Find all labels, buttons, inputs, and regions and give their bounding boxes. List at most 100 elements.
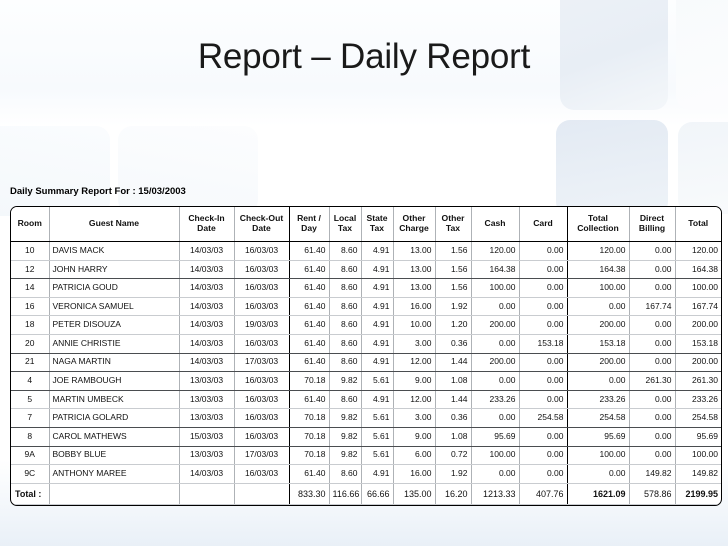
table-row[interactable]: 7 PATRICIA GOLARD 13/03/03 16/03/03 70.18 9.8… [11, 408, 721, 428]
cell-other-tax: 1.92 [435, 464, 472, 484]
cell-guest-name: PETER DISOUZA [49, 315, 180, 335]
cell-total: 100.00 [675, 446, 721, 466]
cell-state-tax: 4.91 [361, 260, 394, 280]
report-table-container: Room Guest Name Check-In Date Check-Out … [10, 206, 722, 506]
cell-cash: 0.00 [471, 297, 520, 317]
totals-row: Total : 833.30 116.66 66.66 135.00 16.20… [11, 482, 721, 505]
cell-cash: 100.00 [471, 278, 520, 298]
cell-other-tax: 1.08 [435, 371, 472, 391]
cell-rent-per-day: 61.40 [289, 297, 330, 317]
cell-other-tax: 0.36 [435, 408, 472, 428]
cell-room: 16 [11, 297, 50, 317]
cell-check-out-date: 16/03/03 [234, 241, 290, 261]
totals-label: Total : [11, 482, 50, 505]
table-row[interactable]: 9A BOBBY BLUE 13/03/03 17/03/03 70.18 9.82 5.6… [11, 446, 721, 466]
report-caption: Daily Summary Report For : 15/03/2003 [10, 186, 186, 197]
cell-check-out-date: 16/03/03 [234, 427, 290, 447]
cell-check-out-date: 16/03/03 [234, 464, 290, 484]
cell-cash: 233.26 [471, 390, 520, 410]
cell-room: 5 [11, 390, 50, 410]
table-row[interactable]: 21 NAGA MARTIN 14/03/03 17/03/03 61.40 8.60 4.… [11, 353, 721, 373]
table-row[interactable]: 10 DAVIS MACK 14/03/03 16/03/03 61.40 8.60 4.9… [11, 241, 721, 261]
table-row[interactable]: 12 JOHN HARRY 14/03/03 16/03/03 61.40 8.60 4.9… [11, 260, 721, 280]
cell-other-tax: 0.72 [435, 446, 472, 466]
cell-direct-billing: 0.00 [629, 278, 676, 298]
table-row[interactable]: 18 PETER DISOUZA 14/03/03 19/03/03 61.40 8.60… [11, 315, 721, 335]
cell-cash: 95.69 [471, 427, 520, 447]
cell-rent-per-day: 61.40 [289, 241, 330, 261]
cell-total: 95.69 [675, 427, 721, 447]
cell-state-tax: 4.91 [361, 297, 394, 317]
cell-check-in-date: 14/03/03 [179, 353, 235, 373]
column-header-total-collection: Total Collection [567, 207, 630, 242]
cell-total: 120.00 [675, 241, 721, 261]
totals-other-charge: 135.00 [393, 482, 436, 505]
cell-local-tax: 9.82 [329, 371, 362, 391]
cell-rent-per-day: 61.40 [289, 334, 330, 354]
cell-room: 7 [11, 408, 50, 428]
cell-local-tax: 8.60 [329, 297, 362, 317]
cell-other-tax: 1.08 [435, 427, 472, 447]
totals-rent: 833.30 [289, 482, 330, 505]
page-title: Report – Daily Report [197, 37, 531, 76]
column-header-other-tax: Other Tax [435, 207, 472, 242]
cell-card: 0.00 [519, 464, 568, 484]
cell-total: 200.00 [675, 353, 721, 373]
cell-state-tax: 5.61 [361, 446, 394, 466]
table-row[interactable]: 8 CAROL MATHEWS 15/03/03 16/03/03 70.18 9.82 5… [11, 427, 721, 447]
table-body: 10 DAVIS MACK 14/03/03 16/03/03 61.40 8.60 4.9… [11, 241, 721, 484]
table-row[interactable]: 4 JOE RAMBOUGH 13/03/03 16/03/03 70.18 9.82 5.… [11, 371, 721, 391]
cell-state-tax: 5.61 [361, 408, 394, 428]
cell-guest-name: NAGA MARTIN [49, 353, 180, 373]
table-row[interactable]: 5 MARTIN UMBECK 13/03/03 16/03/03 61.40 8.60 4… [11, 390, 721, 410]
totals-card: 407.76 [519, 482, 568, 505]
cell-other-tax: 1.56 [435, 278, 472, 298]
cell-rent-per-day: 70.18 [289, 408, 330, 428]
cell-local-tax: 8.60 [329, 241, 362, 261]
cell-cash: 200.00 [471, 315, 520, 335]
totals-direct-billing: 578.86 [629, 482, 676, 505]
cell-rent-per-day: 70.18 [289, 371, 330, 391]
cell-rent-per-day: 70.18 [289, 427, 330, 447]
cell-total: 149.82 [675, 464, 721, 484]
cell-check-out-date: 16/03/03 [234, 408, 290, 428]
table-row[interactable]: 20 ANNIE CHRISTIE 14/03/03 16/03/03 61.40 8.6… [11, 334, 721, 354]
column-header-local-tax: Local Tax [329, 207, 362, 242]
cell-other-charge: 6.00 [393, 446, 436, 466]
cell-card: 153.18 [519, 334, 568, 354]
cell-check-out-date: 16/03/03 [234, 390, 290, 410]
cell-room: 9A [11, 446, 50, 466]
cell-total-collection: 95.69 [567, 427, 630, 447]
cell-cash: 0.00 [471, 371, 520, 391]
cell-total: 153.18 [675, 334, 721, 354]
cell-check-in-date: 15/03/03 [179, 427, 235, 447]
cell-guest-name: ANTHONY MAREE [49, 464, 180, 484]
cell-guest-name: DAVIS MACK [49, 241, 180, 261]
cell-state-tax: 4.91 [361, 334, 394, 354]
cell-room: 21 [11, 353, 50, 373]
cell-other-tax: 1.56 [435, 241, 472, 261]
cell-local-tax: 9.82 [329, 446, 362, 466]
cell-direct-billing: 261.30 [629, 371, 676, 391]
cell-cash: 100.00 [471, 446, 520, 466]
column-header-state-tax: State Tax [361, 207, 394, 242]
table-row[interactable]: 16 VERONICA SAMUEL 14/03/03 16/03/03 61.40 8.… [11, 297, 721, 317]
cell-other-tax: 1.44 [435, 353, 472, 373]
table-row[interactable]: 14 PATRICIA GOUD 14/03/03 16/03/03 61.40 8.60… [11, 278, 721, 298]
cell-check-out-date: 19/03/03 [234, 315, 290, 335]
cell-other-charge: 13.00 [393, 278, 436, 298]
cell-local-tax: 8.60 [329, 278, 362, 298]
cell-other-charge: 13.00 [393, 260, 436, 280]
cell-check-out-date: 17/03/03 [234, 353, 290, 373]
cell-rent-per-day: 61.40 [289, 260, 330, 280]
cell-guest-name: CAROL MATHEWS [49, 427, 180, 447]
table-row[interactable]: 9C ANTHONY MAREE 14/03/03 16/03/03 61.40 8.60… [11, 464, 721, 484]
cell-state-tax: 4.91 [361, 278, 394, 298]
cell-local-tax: 9.82 [329, 408, 362, 428]
cell-local-tax: 9.82 [329, 427, 362, 447]
column-header-direct-billing: Direct Billing [629, 207, 676, 242]
cell-rent-per-day: 61.40 [289, 464, 330, 484]
cell-check-in-date: 14/03/03 [179, 297, 235, 317]
cell-room: 18 [11, 315, 50, 335]
cell-total: 200.00 [675, 315, 721, 335]
